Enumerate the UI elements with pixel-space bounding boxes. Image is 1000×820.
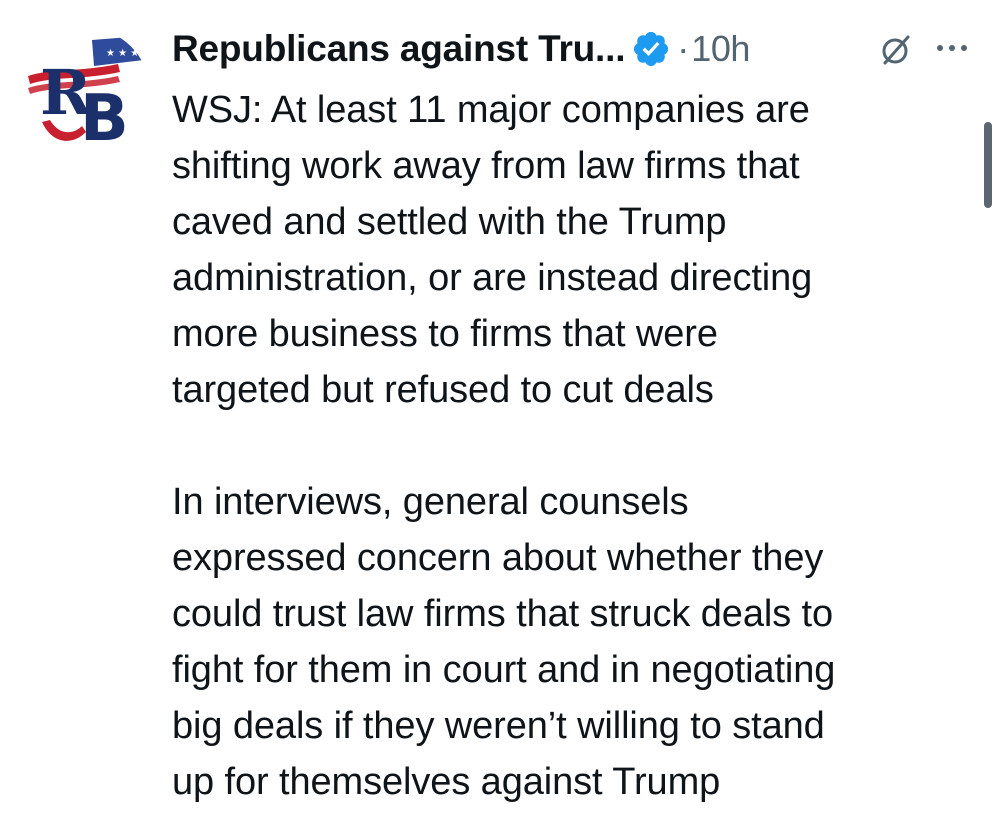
- grok-icon[interactable]: [878, 32, 914, 68]
- tweet-paragraph: In interviews, general counsels expresse…: [172, 481, 836, 803]
- author-name[interactable]: Republicans against Tru...: [172, 28, 625, 70]
- svg-text:B: B: [80, 82, 129, 156]
- rb-logo-avatar-icon: ★ ★ ★ R B: [22, 28, 150, 156]
- tweet-paragraph: WSJ: At least 11 major companies are shi…: [172, 89, 813, 411]
- tweet-text: WSJ: At least 11 major companies are shi…: [172, 82, 972, 810]
- svg-text:★ ★ ★: ★ ★ ★: [106, 48, 139, 59]
- verified-badge-icon[interactable]: [631, 29, 671, 69]
- avatar[interactable]: ★ ★ ★ R B: [22, 28, 150, 156]
- scrollbar-thumb[interactable]: [984, 122, 992, 208]
- tweet-header: Republicans against Tru... · 10h: [172, 22, 750, 76]
- timestamp[interactable]: 10h: [691, 28, 750, 70]
- meta-separator: ·: [677, 28, 690, 69]
- more-options-icon[interactable]: [934, 38, 970, 58]
